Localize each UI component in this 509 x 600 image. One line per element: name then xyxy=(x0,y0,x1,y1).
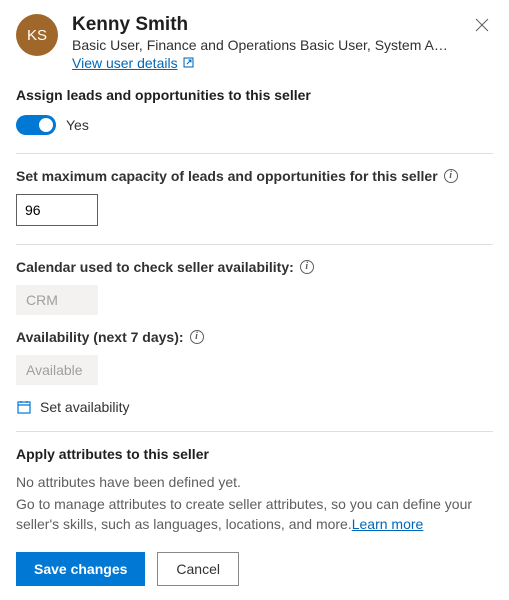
assign-toggle[interactable] xyxy=(16,115,56,135)
divider xyxy=(16,153,493,154)
calendar-value: CRM xyxy=(16,285,98,315)
attributes-heading: Apply attributes to this seller xyxy=(16,446,493,462)
view-user-details-link[interactable]: View user details xyxy=(72,55,195,71)
availability-heading: Availability (next 7 days): xyxy=(16,329,184,345)
avatar: KS xyxy=(16,14,58,56)
capacity-heading: Set maximum capacity of leads and opport… xyxy=(16,168,438,184)
popout-icon xyxy=(182,56,195,69)
divider xyxy=(16,244,493,245)
divider xyxy=(16,431,493,432)
info-icon[interactable]: i xyxy=(190,330,204,344)
attributes-empty-message: No attributes have been defined yet. xyxy=(16,474,493,490)
set-availability-link[interactable]: Set availability xyxy=(16,399,130,415)
close-icon xyxy=(475,18,489,32)
calendar-heading: Calendar used to check seller availabili… xyxy=(16,259,294,275)
assign-heading: Assign leads and opportunities to this s… xyxy=(16,87,493,103)
set-availability-label: Set availability xyxy=(40,399,130,415)
learn-more-link[interactable]: Learn more xyxy=(352,516,424,532)
info-icon[interactable]: i xyxy=(444,169,458,183)
calendar-icon xyxy=(16,399,32,415)
panel-header: KS Kenny Smith Basic User, Finance and O… xyxy=(16,14,493,71)
info-icon[interactable]: i xyxy=(300,260,314,274)
user-roles: Basic User, Finance and Operations Basic… xyxy=(72,37,452,53)
view-user-details-label: View user details xyxy=(72,55,178,71)
attributes-description: Go to manage attributes to create seller… xyxy=(16,494,493,535)
availability-value: Available xyxy=(16,355,98,385)
capacity-input[interactable] xyxy=(16,194,98,226)
close-button[interactable] xyxy=(471,14,493,39)
user-name: Kenny Smith xyxy=(72,14,471,37)
footer: Save changes Cancel xyxy=(16,552,493,586)
assign-toggle-value: Yes xyxy=(66,117,89,133)
cancel-button[interactable]: Cancel xyxy=(157,552,239,586)
save-button[interactable]: Save changes xyxy=(16,552,145,586)
